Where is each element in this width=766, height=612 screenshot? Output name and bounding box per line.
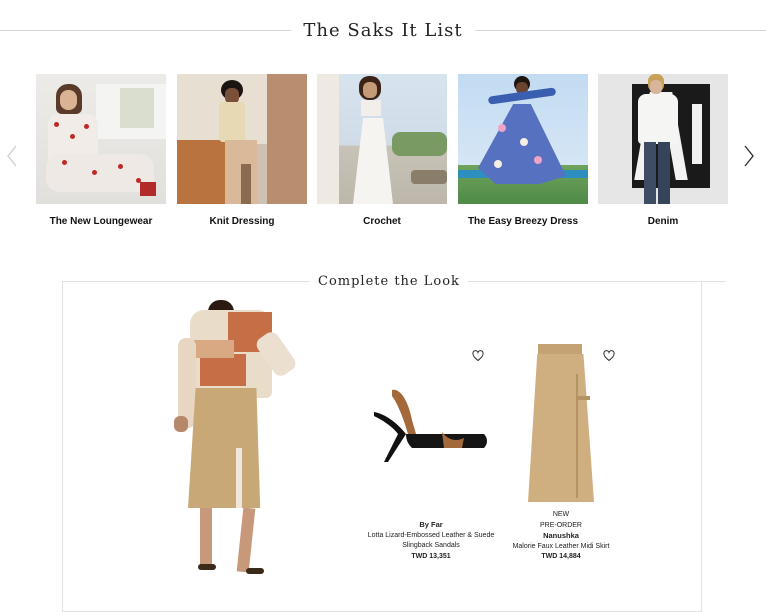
it-list-item-knit-dressing[interactable]: Knit Dressing <box>177 74 307 227</box>
knit-dressing-image <box>177 74 307 204</box>
denim-image <box>598 74 728 204</box>
look-model-image[interactable] <box>168 298 299 578</box>
carousel-next-button[interactable] <box>740 142 758 170</box>
product-brand: Nanushka <box>543 531 579 540</box>
product-name: Slingback Sandals <box>402 542 460 549</box>
loungewear-image <box>36 74 166 204</box>
it-list-item-label: Crochet <box>363 216 401 227</box>
wishlist-button[interactable] <box>472 349 484 362</box>
complete-the-look-header: Complete the Look <box>0 274 766 289</box>
complete-the-look-title: Complete the Look <box>318 274 460 289</box>
it-list-item-label: Denim <box>647 216 679 227</box>
it-list-item-crochet[interactable]: Crochet <box>317 74 447 227</box>
chevron-left-icon <box>7 145 17 167</box>
chevron-right-icon <box>744 145 754 167</box>
carousel-prev-button[interactable] <box>3 142 21 170</box>
it-list-item-label: The Easy Breezy Dress <box>467 216 579 227</box>
preorder-badge: PRE-ORDER <box>539 521 582 529</box>
it-list-header: The Saks It List <box>0 20 766 41</box>
divider <box>62 281 310 282</box>
it-list-item-label: The New Loungewear <box>49 216 153 227</box>
it-list-title: The Saks It List <box>303 20 463 41</box>
product-image-skirt[interactable] <box>524 344 596 502</box>
it-list-item-loungewear[interactable]: The New Loungewear <box>36 74 166 227</box>
crochet-image <box>317 74 447 204</box>
product-brand: By Far <box>419 520 443 529</box>
divider <box>0 30 292 31</box>
product-image-sandals[interactable] <box>372 384 490 464</box>
product-info-skirt[interactable]: NEW PRE-ORDER Nanushka Malorie Faux Leat… <box>496 510 626 563</box>
divider <box>467 281 726 282</box>
product-info-sandals[interactable]: By Far Lotta Lizard-Embossed Leather & S… <box>356 520 506 562</box>
product-price: TWD 13,351 <box>411 552 451 560</box>
divider <box>474 30 766 31</box>
heart-icon <box>603 350 615 362</box>
wishlist-button[interactable] <box>603 349 615 362</box>
product-name: Malorie Faux Leather Midi Skirt <box>512 542 610 550</box>
easy-breezy-dress-image <box>458 74 588 204</box>
new-badge: NEW <box>552 511 570 518</box>
it-list-item-easy-breezy-dress[interactable]: The Easy Breezy Dress <box>458 74 588 227</box>
it-list-item-label: Knit Dressing <box>209 216 275 227</box>
it-list-item-denim[interactable]: Denim <box>598 74 728 227</box>
product-name: Lotta Lizard-Embossed Leather & Suede <box>367 531 495 539</box>
product-price: TWD 14,884 <box>541 553 581 560</box>
heart-icon <box>472 350 484 362</box>
